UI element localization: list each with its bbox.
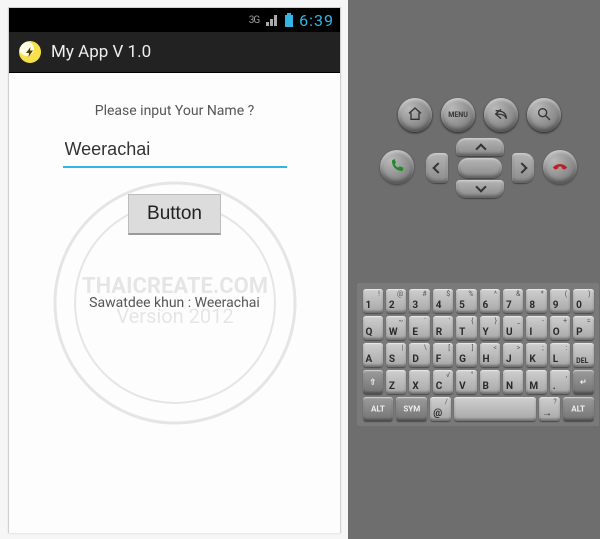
action-bar: My App V 1.0: [9, 32, 340, 73]
key-@[interactable]: @/: [430, 397, 451, 421]
key-.[interactable]: .,: [550, 370, 570, 394]
app-icon: [19, 41, 41, 63]
key-n[interactable]: N: [503, 370, 523, 394]
dpad-left[interactable]: [426, 153, 448, 183]
key-2[interactable]: 2@: [386, 289, 406, 313]
status-bar: 3G 6:39: [9, 8, 340, 32]
key-x[interactable]: X: [409, 370, 429, 394]
home-button[interactable]: [398, 98, 432, 132]
network-label: 3G: [249, 15, 259, 26]
key-1[interactable]: 1!: [363, 289, 383, 313]
key-9[interactable]: 9(: [550, 289, 570, 313]
key-h[interactable]: H<: [480, 343, 500, 367]
dpad-down[interactable]: [456, 180, 504, 198]
name-input[interactable]: [63, 135, 287, 168]
key-space[interactable]: [454, 397, 536, 421]
menu-label: MENU: [448, 111, 468, 119]
key-j[interactable]: J>: [503, 343, 523, 367]
key-u[interactable]: U_: [503, 316, 523, 340]
key-t[interactable]: T{: [456, 316, 476, 340]
key-6[interactable]: 6^: [480, 289, 500, 313]
end-call-button[interactable]: [543, 150, 577, 184]
dpad-center[interactable]: [458, 158, 502, 178]
key-5[interactable]: 5%: [456, 289, 476, 313]
key-z[interactable]: Z: [386, 370, 406, 394]
back-icon: [493, 106, 509, 125]
key-del[interactable]: DEL: [573, 343, 593, 367]
key-m[interactable]: M: [526, 370, 546, 394]
key-r[interactable]: R': [433, 316, 453, 340]
key-c[interactable]: C√: [433, 370, 453, 394]
key-i[interactable]: I-: [526, 316, 546, 340]
battery-icon: [285, 13, 293, 27]
menu-button[interactable]: MENU: [441, 98, 475, 132]
signal-icon: [265, 14, 279, 26]
dpad: [426, 138, 534, 198]
key-alt[interactable]: ALT: [363, 397, 394, 421]
key-⇧[interactable]: ⇧: [363, 370, 383, 394]
key-q[interactable]: Q: [363, 316, 383, 340]
key-8[interactable]: 8*: [526, 289, 546, 313]
call-button[interactable]: [380, 150, 414, 184]
key-o[interactable]: O+: [550, 316, 570, 340]
key-sym[interactable]: SYM: [396, 397, 427, 421]
key-g[interactable]: G]: [456, 343, 476, 367]
key-b[interactable]: B: [480, 370, 500, 394]
key-y[interactable]: Y}: [480, 316, 500, 340]
back-button[interactable]: [484, 98, 518, 132]
key-p[interactable]: P=: [573, 316, 593, 340]
key-7[interactable]: 7&: [503, 289, 523, 313]
emulator-panel: MENU 1!2@3#4$5%6^7&8*9(0) QW~E¨R'T{Y}U_I…: [348, 0, 600, 539]
key-alt[interactable]: ALT: [563, 397, 594, 421]
search-icon: [536, 106, 552, 125]
dpad-right[interactable]: [512, 153, 534, 183]
home-icon: [407, 106, 423, 125]
phone-device: 3G 6:39 My App V 1.0 THAICREATE.COM Vers…: [8, 7, 341, 533]
key-e[interactable]: E¨: [409, 316, 429, 340]
app-screen: THAICREATE.COM Version 2012 Please input…: [9, 73, 340, 533]
result-label: Sawatdee khun : Weerachai: [89, 295, 260, 311]
hardware-keyboard: 1!2@3#4$5%6^7&8*9(0) QW~E¨R'T{Y}U_I-O+P=…: [357, 283, 599, 426]
app-title: My App V 1.0: [51, 42, 151, 62]
key-d[interactable]: D\: [409, 343, 429, 367]
key-s[interactable]: S|: [386, 343, 406, 367]
hardware-buttons: MENU: [348, 98, 600, 258]
key-a[interactable]: A: [363, 343, 383, 367]
clock-label: 6:39: [299, 11, 334, 30]
submit-button[interactable]: Button: [128, 194, 221, 235]
key-↵[interactable]: ↵: [573, 370, 593, 394]
phone-icon: [389, 158, 405, 177]
key-3[interactable]: 3#: [409, 289, 429, 313]
key-v[interactable]: V°: [456, 370, 476, 394]
key-4[interactable]: 4$: [433, 289, 453, 313]
phone-end-icon: [552, 158, 568, 177]
prompt-label: Please input Your Name ?: [95, 103, 254, 119]
key-l[interactable]: L:: [550, 343, 570, 367]
key-w[interactable]: W~: [386, 316, 406, 340]
key-→[interactable]: →?: [539, 397, 560, 421]
search-button[interactable]: [527, 98, 561, 132]
key-k[interactable]: K;: [526, 343, 546, 367]
key-0[interactable]: 0): [573, 289, 593, 313]
dpad-up[interactable]: [456, 138, 504, 156]
key-f[interactable]: F[: [433, 343, 453, 367]
